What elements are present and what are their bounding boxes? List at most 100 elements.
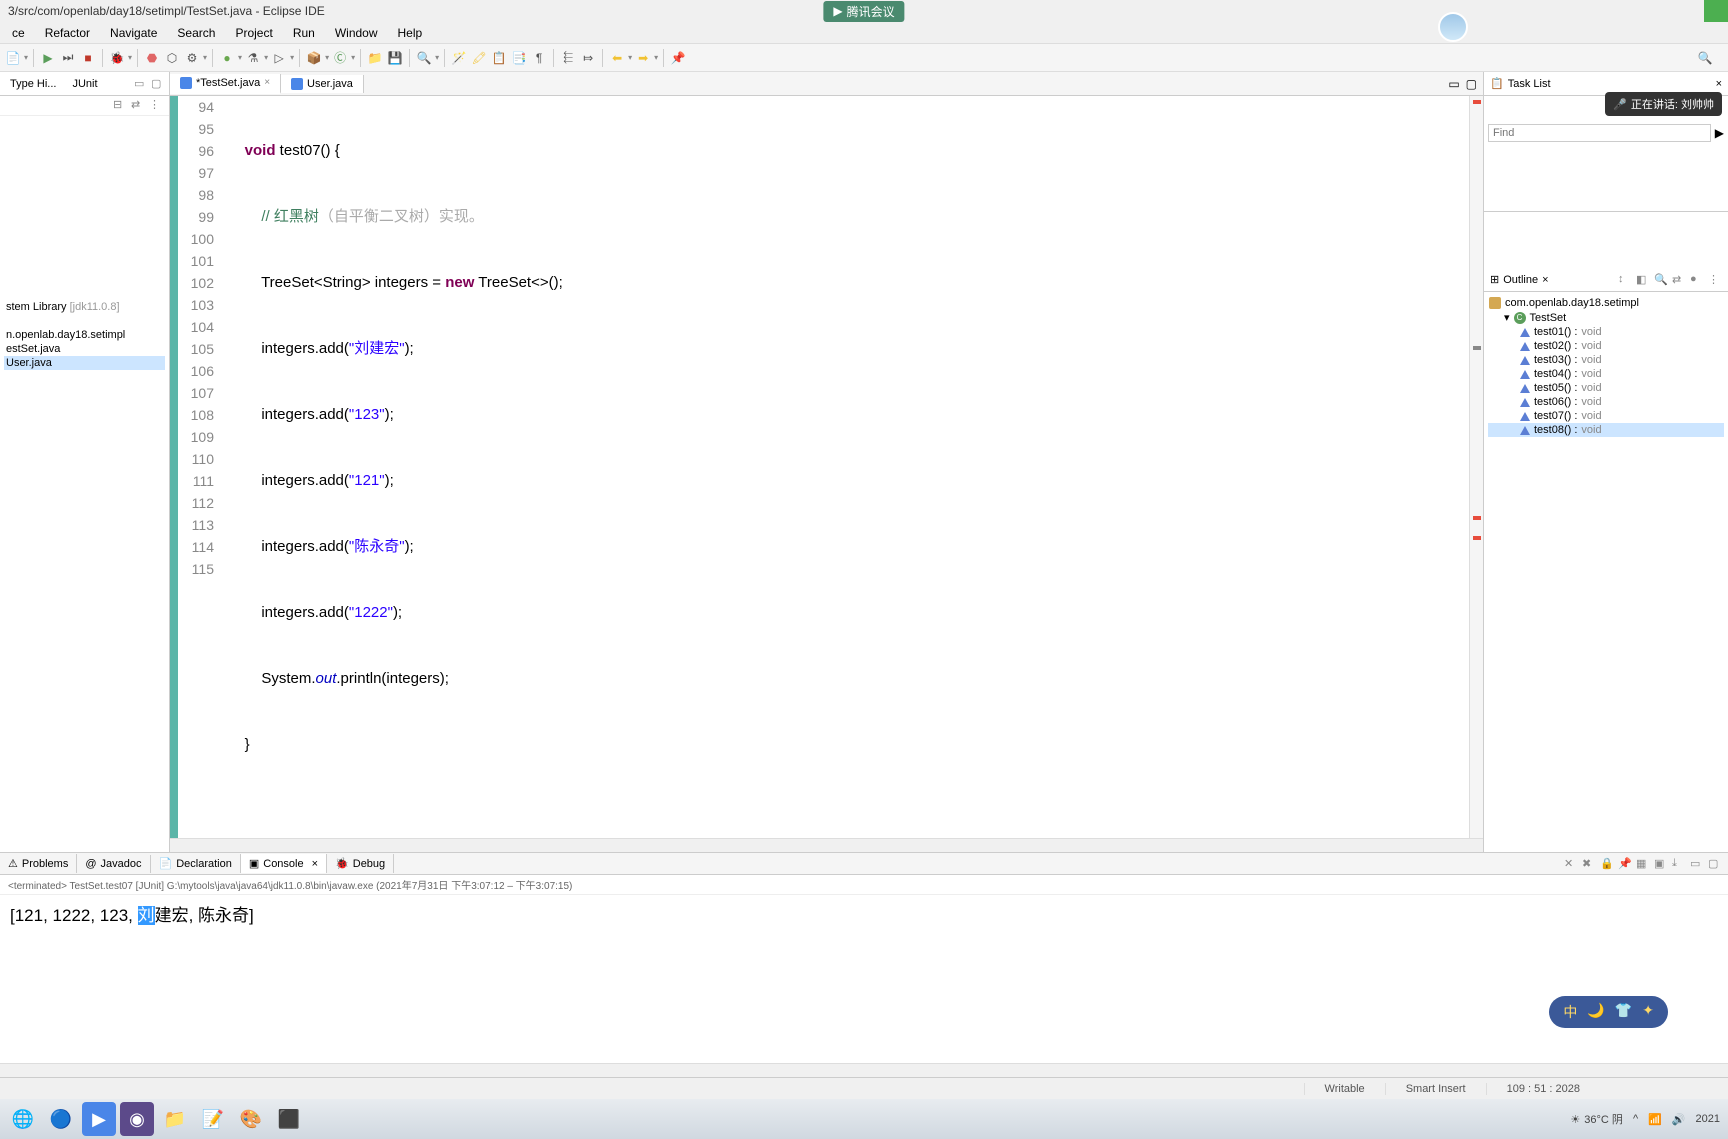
maximize-icon[interactable]: ▢ — [151, 77, 165, 91]
para-icon[interactable]: ¶ — [530, 49, 548, 67]
file-user[interactable]: User.java — [4, 356, 165, 370]
overview-ruler[interactable] — [1469, 96, 1483, 838]
tab-type-hi[interactable]: Type Hi... — [4, 76, 62, 92]
global-search-icon[interactable]: 🔍 — [1696, 49, 1714, 67]
outline-class[interactable]: ▾ C TestSet — [1488, 310, 1724, 325]
menu-dots-icon[interactable]: ⋮ — [149, 98, 163, 112]
outline-method[interactable]: test06() : void — [1488, 395, 1724, 409]
editor-hscroll[interactable] — [170, 838, 1483, 852]
run2-icon[interactable]: ● — [218, 49, 236, 67]
fwd-icon[interactable]: ➡ — [634, 49, 652, 67]
menu-navigate[interactable]: Navigate — [102, 24, 165, 42]
run-icon[interactable]: ▶ — [39, 49, 57, 67]
weather-widget[interactable]: ☀ 36°C 阴 — [1570, 1111, 1623, 1127]
stop-icon[interactable]: ■ — [79, 49, 97, 67]
tab-console[interactable]: ▣Console× — [241, 854, 327, 873]
ov-error-mark[interactable] — [1473, 536, 1481, 540]
meeting-app-icon[interactable]: ▶ — [82, 1102, 116, 1136]
terminal-icon[interactable]: ⬛ — [272, 1102, 306, 1136]
close-icon[interactable]: × — [312, 858, 318, 870]
ime-lang-icon[interactable]: 中 — [1563, 1002, 1577, 1022]
pin-icon[interactable]: 📌 — [1618, 857, 1632, 871]
code-area[interactable]: void test07() { // 红黑树（自平衡二叉树）实现。 TreeSe… — [220, 96, 1469, 838]
new-icon[interactable]: 📄 — [4, 49, 22, 67]
min-icon[interactable]: ▭ — [1690, 857, 1704, 871]
lock-icon[interactable]: 🔒 — [1600, 857, 1614, 871]
folder-icon[interactable]: 📁 — [366, 49, 384, 67]
wand-icon[interactable]: 🪄 — [450, 49, 468, 67]
clear-icon[interactable]: ✕ — [1564, 857, 1578, 871]
outline-method[interactable]: test08() : void — [1488, 423, 1724, 437]
scroll-icon[interactable]: ⤓ — [1672, 857, 1686, 871]
outline-package[interactable]: com.openlab.day18.setimpl — [1488, 296, 1724, 310]
find-input[interactable] — [1488, 124, 1711, 142]
debug-icon[interactable]: 🐞 — [108, 49, 126, 67]
tray-up-icon[interactable]: ^ — [1633, 1113, 1638, 1125]
find-go-icon[interactable]: ▶ — [1715, 126, 1724, 140]
run-alt-icon[interactable]: ⬣ — [143, 49, 161, 67]
close-tab-icon[interactable]: × — [264, 77, 270, 88]
ov-error-mark[interactable] — [1473, 516, 1481, 520]
menu-search[interactable]: Search — [169, 24, 223, 42]
notepad-icon[interactable]: 📝 — [196, 1102, 230, 1136]
ext-icon[interactable]: ⚗ — [244, 49, 262, 67]
editor-tab-user[interactable]: User.java — [281, 75, 364, 93]
ime-shirt-icon[interactable]: 👕 — [1615, 1002, 1632, 1022]
highlight-icon[interactable]: 🖍 — [470, 49, 488, 67]
step-fwd-icon[interactable]: ⤇ — [579, 49, 597, 67]
editor-maximize-icon[interactable]: ▢ — [1466, 77, 1477, 91]
ime-star-icon[interactable]: ✦ — [1642, 1002, 1654, 1022]
tab-declaration[interactable]: 📄Declaration — [151, 854, 241, 873]
format-icon[interactable]: 📋 — [490, 49, 508, 67]
save-icon[interactable]: 💾 — [386, 49, 404, 67]
file-testset[interactable]: estSet.java — [4, 342, 165, 356]
chrome-icon[interactable]: 🔵 — [44, 1102, 78, 1136]
tab-javadoc[interactable]: @Javadoc — [77, 855, 150, 873]
outline-method[interactable]: test03() : void — [1488, 353, 1724, 367]
collapse-icon[interactable]: ⊟ — [113, 98, 127, 112]
pin-icon[interactable]: 📌 — [669, 49, 687, 67]
package-icon[interactable]: 📦 — [305, 49, 323, 67]
explorer-icon[interactable]: 📁 — [158, 1102, 192, 1136]
new-class-icon[interactable]: Ⓒ — [331, 49, 349, 67]
step-back-icon[interactable]: ⬱ — [559, 49, 577, 67]
outline-method[interactable]: test02() : void — [1488, 339, 1724, 353]
menu-refactor[interactable]: Refactor — [37, 24, 98, 42]
explorer-tree[interactable]: stem Library [jdk11.0.8] n.openlab.day18… — [0, 116, 169, 374]
ime-moon-icon[interactable]: 🌙 — [1587, 1002, 1604, 1022]
skip-icon[interactable]: ⏭ — [59, 49, 77, 67]
show-icon[interactable]: ▣ — [1654, 857, 1668, 871]
tab-junit[interactable]: JUnit — [66, 76, 103, 92]
tray-sound-icon[interactable]: 🔊 — [1672, 1113, 1686, 1126]
tray-wifi-icon[interactable]: 📶 — [1648, 1113, 1662, 1126]
hide-icon[interactable]: ◧ — [1636, 273, 1650, 287]
package-node[interactable]: n.openlab.day18.setimpl — [4, 328, 165, 342]
tab-problems[interactable]: ⚠Problems — [0, 854, 77, 873]
eclipse-icon[interactable]: ◉ — [120, 1102, 154, 1136]
filter2-icon[interactable]: 🔍 — [1654, 273, 1668, 287]
tab-debug[interactable]: 🐞Debug — [327, 854, 394, 873]
ov-mark[interactable] — [1473, 346, 1481, 350]
editor-minimize-icon[interactable]: ▭ — [1448, 77, 1459, 91]
minimize-icon[interactable]: ▭ — [134, 77, 148, 91]
c2-icon[interactable]: ● — [1690, 273, 1704, 287]
back-icon[interactable]: ⬅ — [608, 49, 626, 67]
code-editor[interactable]: 9495969798991001011021031041051061071081… — [170, 96, 1483, 838]
link-icon[interactable]: ⇄ — [131, 98, 145, 112]
editor-tab-testset[interactable]: *TestSet.java × — [170, 74, 281, 94]
ov-error-mark[interactable] — [1473, 100, 1481, 104]
task-icon[interactable]: 📑 — [510, 49, 528, 67]
menu-help[interactable]: Help — [390, 24, 431, 42]
outline-method[interactable]: test04() : void — [1488, 367, 1724, 381]
outline-method[interactable]: test01() : void — [1488, 325, 1724, 339]
edge-icon[interactable]: 🌐 — [6, 1102, 40, 1136]
ime-toolbar[interactable]: 中 🌙 👕 ✦ — [1549, 996, 1668, 1028]
sort-icon[interactable]: ↕ — [1618, 273, 1632, 287]
paint-icon[interactable]: 🎨 — [234, 1102, 268, 1136]
menu-source[interactable]: ce — [4, 24, 33, 42]
avatar[interactable] — [1438, 12, 1468, 42]
menu-project[interactable]: Project — [227, 24, 280, 42]
menu-window[interactable]: Window — [327, 24, 386, 42]
close-icon[interactable]: × — [1542, 274, 1548, 286]
max-icon[interactable]: ▢ — [1708, 857, 1722, 871]
